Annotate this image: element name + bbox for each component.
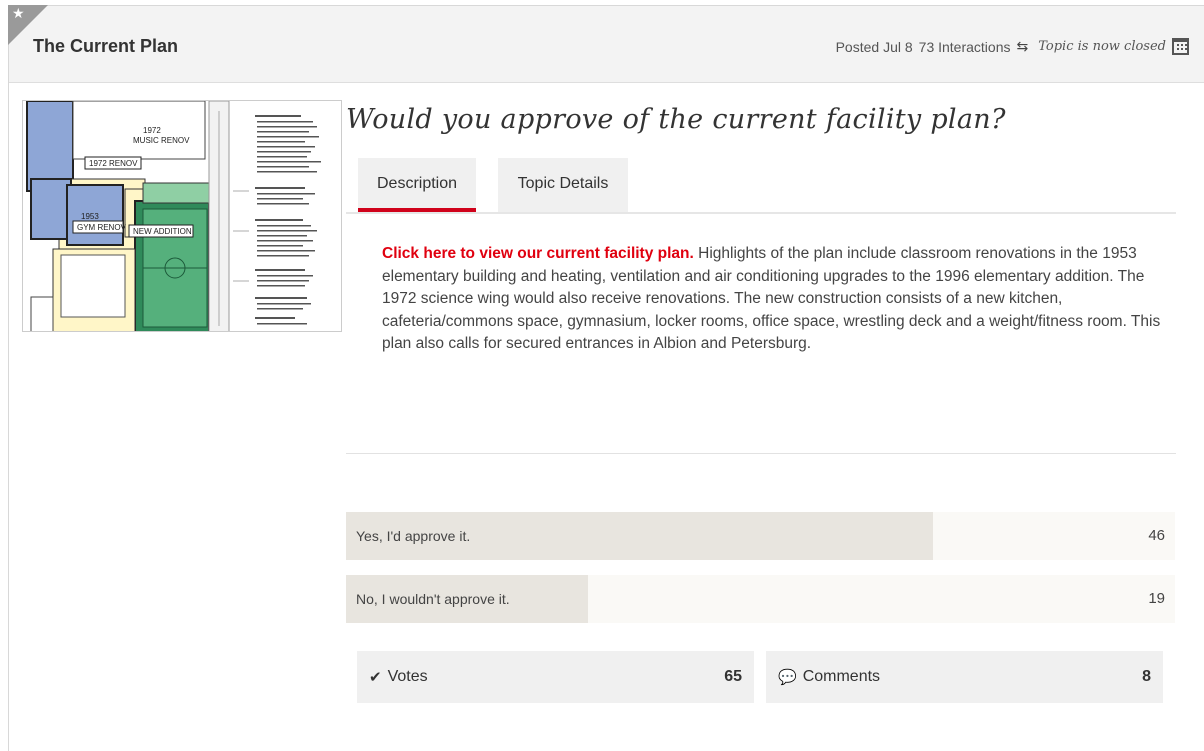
facility-plan-link[interactable]: Click here to view our current facility …	[382, 245, 694, 262]
comments-label-wrap: 💬 Comments	[778, 651, 880, 703]
topic-meta: Posted Jul 8 73 Interactions ⇆ Topic is …	[836, 38, 1189, 55]
svg-text:1972: 1972	[143, 126, 161, 135]
comments-label: Comments	[802, 668, 881, 685]
tab-topic-details[interactable]: Topic Details	[498, 158, 628, 212]
calendar-icon	[1172, 38, 1189, 55]
topic-question: Would you approve of the current facilit…	[346, 104, 1006, 135]
topic-tabs: Description Topic Details	[346, 158, 1176, 214]
svg-text:1953: 1953	[81, 212, 99, 221]
votes-button[interactable]: ✔ Votes 65	[357, 651, 754, 703]
svg-text:MUSIC RENOV: MUSIC RENOV	[133, 136, 190, 145]
checkmark-icon: ✔	[369, 668, 382, 686]
votes-label: Votes	[387, 668, 428, 685]
posted-date: Posted Jul 8	[835, 38, 913, 55]
votes-count: 65	[724, 668, 742, 685]
section-divider	[346, 453, 1176, 454]
svg-text:1972 RENOV: 1972 RENOV	[89, 159, 138, 168]
svg-text:NEW ADDITION: NEW ADDITION	[133, 227, 192, 236]
facility-plan-thumbnail[interactable]: 1972 MUSIC RENOV 1972 RENOV 1953 GYM REN…	[22, 100, 342, 332]
topic-header: ★ The Current Plan Posted Jul 8 73 Inter…	[8, 5, 1204, 83]
tab-description[interactable]: Description	[358, 158, 476, 212]
topic-status: Topic is now closed	[1038, 39, 1166, 54]
poll-option-count: 46	[1148, 527, 1165, 544]
votes-label-wrap: ✔ Votes	[369, 651, 428, 703]
topic-title: The Current Plan	[33, 36, 179, 56]
poll-option-label: Yes, I'd approve it.	[356, 528, 471, 544]
poll-option-count: 19	[1148, 590, 1165, 607]
speech-bubble-icon: 💬	[778, 668, 797, 686]
svg-text:GYM RENOV: GYM RENOV	[77, 223, 127, 232]
interactions-count: 73 Interactions	[918, 38, 1011, 55]
star-icon: ★	[12, 6, 25, 22]
comments-count: 8	[1142, 668, 1151, 685]
comments-button[interactable]: 💬 Comments 8	[766, 651, 1163, 703]
floor-plan-image: 1972 MUSIC RENOV 1972 RENOV 1953 GYM REN…	[23, 101, 341, 331]
topic-description: Click here to view our current facility …	[382, 243, 1162, 356]
poll-option-no[interactable]: No, I wouldn't approve it. 19	[346, 575, 1175, 623]
swap-arrows-icon: ⇆	[1016, 38, 1029, 55]
poll-option-yes[interactable]: Yes, I'd approve it. 46	[346, 512, 1175, 560]
poll-option-label: No, I wouldn't approve it.	[356, 591, 510, 607]
